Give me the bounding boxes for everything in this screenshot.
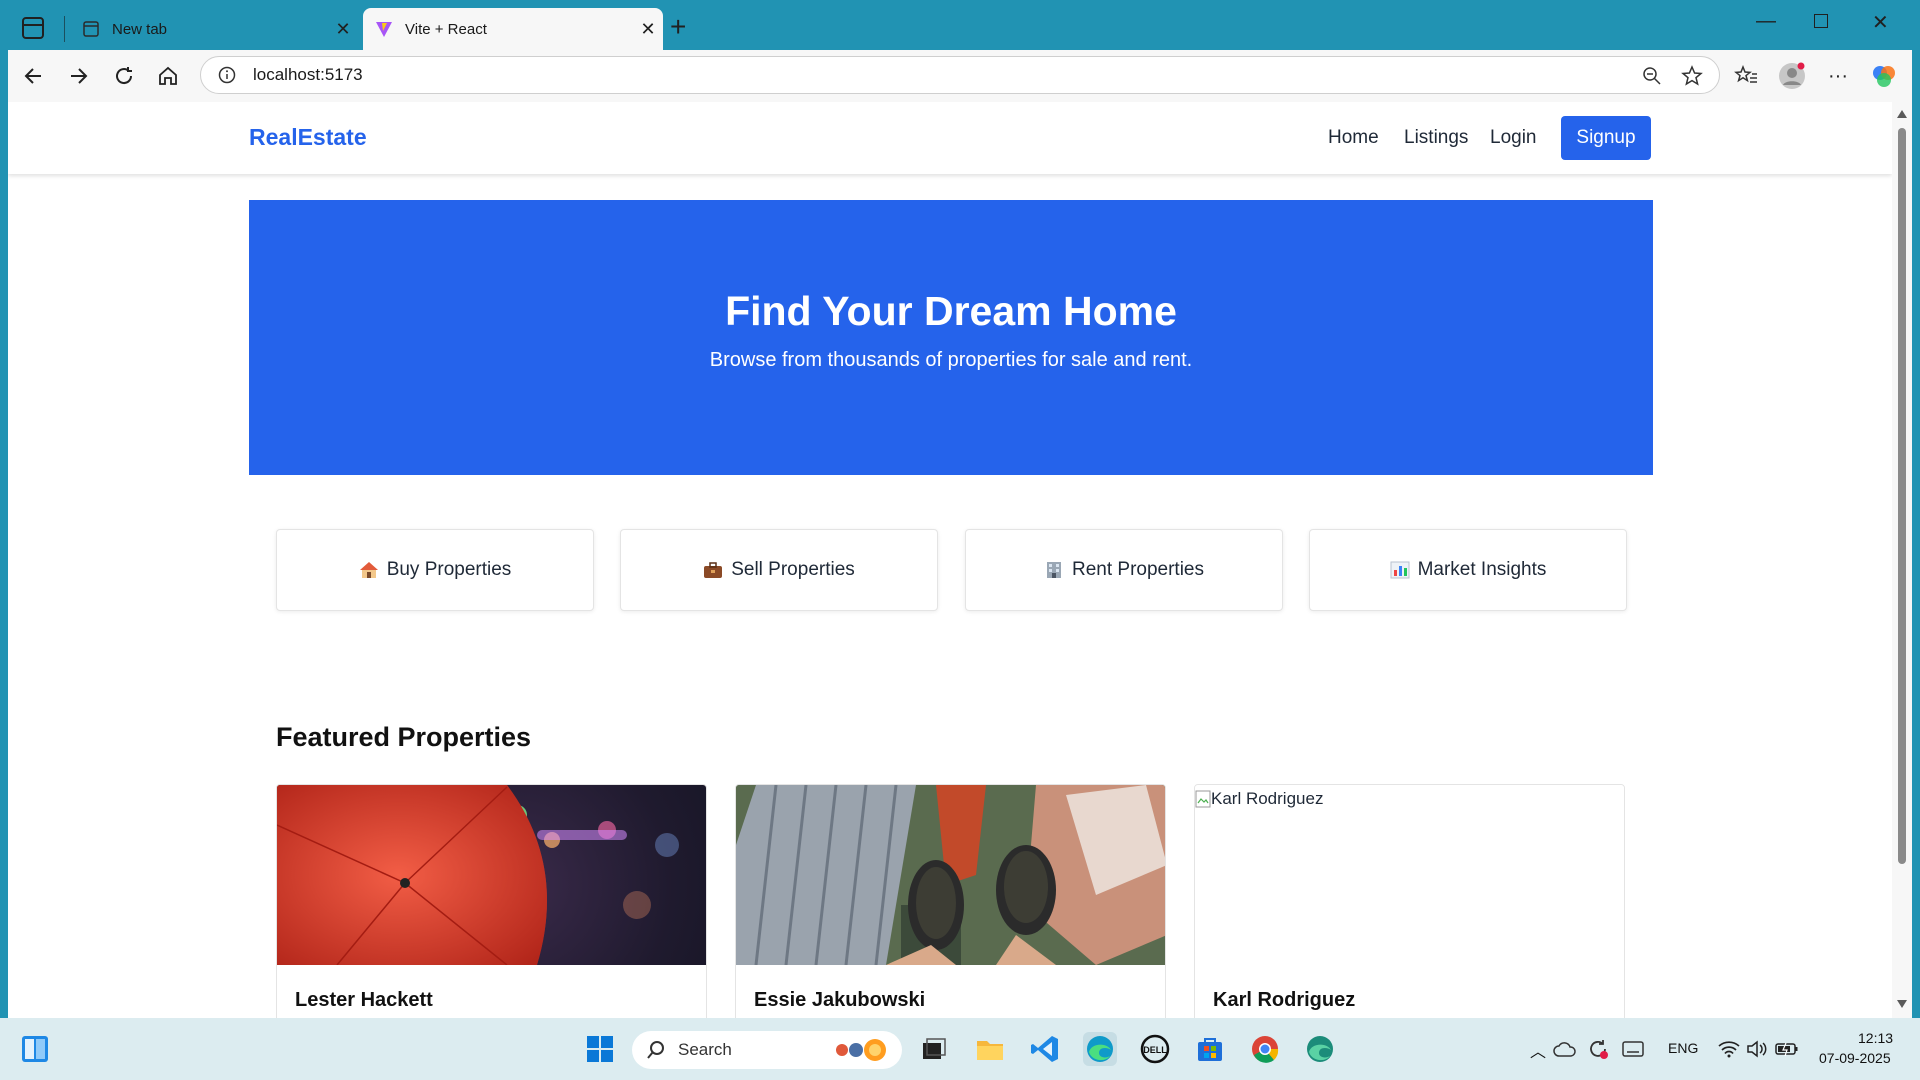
category-card-insights[interactable]: Market Insights — [1309, 529, 1627, 611]
signup-button[interactable]: Signup — [1561, 116, 1651, 160]
maximize-icon[interactable] — [1814, 14, 1828, 28]
clock-date[interactable]: 07-09-2025 — [1819, 1050, 1891, 1066]
bar-chart-icon — [1390, 561, 1410, 579]
hero-subtitle: Browse from thousands of properties for … — [709, 349, 1193, 371]
browser-toolbar: localhost:5173 ··· — [8, 50, 1912, 102]
property-image-skyscraper-feet[interactable] — [736, 785, 1165, 965]
close-window-icon[interactable]: ✕ — [1872, 10, 1889, 35]
nav-link-listings[interactable]: Listings — [1404, 127, 1468, 149]
keyboard-icon[interactable] — [1620, 1032, 1646, 1066]
onedrive-cloud-icon[interactable] — [1552, 1032, 1578, 1066]
wifi-icon[interactable] — [1716, 1032, 1742, 1066]
new-tab-page-icon — [82, 20, 100, 38]
scroll-down-arrow-icon[interactable] — [1897, 1000, 1907, 1008]
zoom-out-icon[interactable] — [1638, 62, 1666, 90]
tab-vite-react[interactable]: Vite + React ✕ — [363, 8, 663, 50]
tab-title: New tab — [112, 20, 168, 38]
featured-properties-heading: Featured Properties — [276, 722, 532, 752]
minimize-icon[interactable]: — — [1756, 10, 1776, 33]
scroll-thumb[interactable] — [1898, 128, 1906, 864]
profile-avatar-icon[interactable] — [1778, 62, 1806, 90]
clock-time[interactable]: 12:13 — [1858, 1030, 1893, 1046]
site-navbar: RealEstate Home Listings Login Signup — [8, 102, 1892, 174]
nav-link-login[interactable]: Login — [1490, 127, 1537, 149]
category-card-buy[interactable]: Buy Properties — [276, 529, 594, 611]
tab-actions-icon[interactable] — [22, 17, 44, 39]
sync-alert-icon[interactable] — [1585, 1032, 1611, 1066]
tab-new-tab[interactable]: New tab ✕ — [70, 8, 358, 50]
property-card[interactable]: Essie Jakubowski — [735, 784, 1166, 1018]
forward-arrow-icon[interactable] — [64, 62, 92, 90]
widgets-icon[interactable] — [18, 1032, 52, 1066]
briefcase-icon — [703, 561, 723, 579]
property-card[interactable]: Karl Rodriguez Karl Rodriguez — [1194, 784, 1625, 1018]
broken-image-alt: Karl Rodriguez — [1195, 789, 1323, 809]
show-hidden-icons-chevron-icon[interactable]: ︿ — [1530, 1038, 1546, 1062]
search-label: Search — [678, 1040, 732, 1059]
svg-text:DELL: DELL — [1143, 1045, 1167, 1055]
more-options-icon[interactable]: ··· — [1824, 62, 1852, 90]
windows-taskbar: Search DELL ︿ ENG 12:13 07-09-2025 — [0, 1018, 1920, 1080]
broken-image-alt-text: Karl Rodriguez — [1211, 789, 1324, 808]
favorites-list-icon[interactable] — [1732, 62, 1760, 90]
category-label: Rent Properties — [1071, 559, 1204, 580]
windows-start-icon[interactable] — [583, 1032, 617, 1066]
battery-charging-icon[interactable] — [1774, 1032, 1800, 1066]
property-image-broken[interactable]: Karl Rodriguez — [1195, 785, 1624, 965]
search-icon — [646, 1040, 666, 1060]
volume-icon[interactable] — [1744, 1032, 1770, 1066]
task-view-icon[interactable] — [916, 1032, 950, 1066]
edge-browser-icon[interactable] — [1083, 1032, 1117, 1066]
favorite-star-icon[interactable] — [1678, 62, 1706, 90]
property-name: Karl Rodriguez — [1213, 989, 1356, 1011]
broken-image-icon — [1195, 790, 1211, 808]
property-name: Essie Jakubowski — [754, 989, 926, 1011]
category-label: Buy Properties — [386, 559, 512, 580]
new-tab-plus-icon[interactable]: + — [670, 12, 686, 42]
vscode-icon[interactable] — [1028, 1032, 1062, 1066]
scroll-up-arrow-icon[interactable] — [1897, 110, 1907, 118]
search-highlight-icon — [830, 1035, 892, 1065]
vite-logo-icon — [375, 20, 393, 38]
browser-tab-strip: New tab ✕ Vite + React ✕ + — ✕ — [0, 0, 1920, 50]
office-building-icon — [1044, 561, 1064, 579]
tab-title: Vite + React — [405, 20, 487, 38]
nav-link-home[interactable]: Home — [1328, 127, 1379, 149]
property-image-red-umbrella[interactable] — [277, 785, 706, 965]
refresh-icon[interactable] — [110, 62, 138, 90]
category-label: Sell Properties — [731, 559, 855, 580]
property-name: Lester Hackett — [295, 989, 433, 1011]
house-icon — [359, 561, 379, 579]
hero-banner: Find Your Dream Home Browse from thousan… — [249, 200, 1653, 475]
language-indicator[interactable]: ENG — [1668, 1040, 1698, 1056]
page-viewport: RealEstate Home Listings Login Signup Fi… — [8, 102, 1912, 1018]
taskbar-search-box[interactable]: Search — [632, 1031, 902, 1069]
hero-title: Find Your Dream Home — [725, 288, 1177, 334]
category-label: Market Insights — [1417, 559, 1547, 580]
address-bar[interactable]: localhost:5173 — [200, 56, 1720, 94]
home-icon[interactable] — [154, 62, 182, 90]
copilot-icon[interactable] — [1870, 62, 1898, 90]
file-explorer-icon[interactable] — [973, 1032, 1007, 1066]
site-info-icon[interactable] — [217, 65, 237, 85]
edge-dev-icon[interactable] — [1303, 1032, 1337, 1066]
site-logo[interactable]: RealEstate — [249, 124, 367, 151]
page-scrollbar[interactable] — [1892, 102, 1912, 1018]
url-text: localhost:5173 — [253, 65, 363, 84]
close-tab-icon[interactable]: ✕ — [328, 19, 358, 40]
chrome-icon[interactable] — [1248, 1032, 1282, 1066]
close-tab-icon[interactable]: ✕ — [633, 19, 663, 40]
microsoft-store-icon[interactable] — [1193, 1032, 1227, 1066]
category-card-sell[interactable]: Sell Properties — [620, 529, 938, 611]
category-card-rent[interactable]: Rent Properties — [965, 529, 1283, 611]
back-arrow-icon[interactable] — [20, 62, 48, 90]
dell-icon[interactable]: DELL — [1138, 1032, 1172, 1066]
property-card[interactable]: Lester Hackett — [276, 784, 707, 1018]
tab-separator — [64, 16, 65, 42]
